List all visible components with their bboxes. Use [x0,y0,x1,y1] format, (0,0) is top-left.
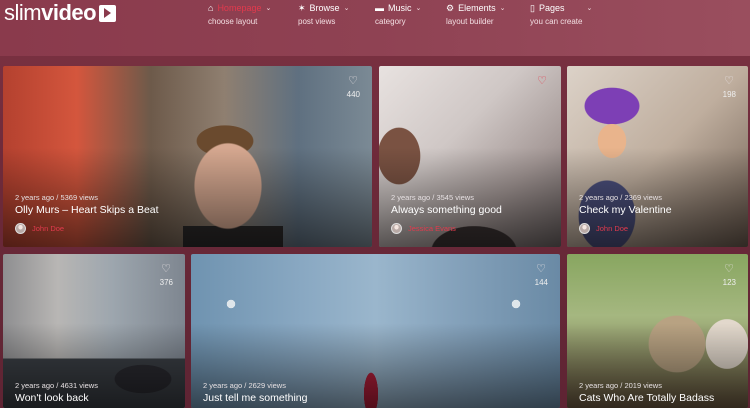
nav-homepage[interactable]: ⌂ Homepage ⌄ choose layout [208,2,271,28]
page-icon: ▯ [530,2,535,13]
video-meta: 2 years ago / 5369 views [15,193,98,202]
video-title[interactable]: Just tell me something [203,392,307,404]
chevron-down-icon: ⌄ [499,5,506,12]
nav-music[interactable]: ▬ Music ⌄ category [375,2,421,28]
like-count: 198 [722,90,736,99]
video-title[interactable]: Check my Valentine [579,204,672,216]
nav-pages[interactable]: ▯ Pages ⌄ you can create [530,2,592,28]
gears-icon: ⚙ [446,2,455,13]
avatar [391,223,402,234]
chevron-down-icon: ⌄ [265,5,272,12]
video-meta: 2 years ago / 3545 views [391,193,474,202]
author-link[interactable]: Jessica Evans [391,223,456,234]
like-count: 376 [159,278,173,287]
play-icon [99,4,117,22]
star-icon: ✶ [298,2,306,13]
heart-icon[interactable]: ♡ [724,76,734,87]
like-count: 123 [722,278,736,287]
video-card[interactable]: ♡ 144 2 years ago / 2629 views Just tell… [191,254,560,408]
like-count: 144 [534,278,548,287]
video-title[interactable]: Always something good [391,204,502,216]
chevron-down-icon: ⌄ [415,5,422,12]
video-card[interactable]: ♡ 2 years ago / 3545 views Always someth… [379,66,561,247]
video-card[interactable]: ♡ 376 2 years ago / 4631 views Won't loo… [3,254,185,408]
author-link[interactable]: John Doe [15,223,64,234]
video-meta: 2 years ago / 2369 views [579,193,662,202]
video-meta: 2 years ago / 4631 views [15,381,98,390]
video-card[interactable]: ♡ 440 2 years ago / 5369 views Olly Murs… [3,66,372,247]
video-card[interactable]: ♡ 123 2 years ago / 2019 views Cats Who … [567,254,748,408]
video-card[interactable]: ♡ 198 2 years ago / 2369 views Check my … [567,66,748,247]
heart-icon[interactable]: ♡ [537,76,547,87]
chevron-down-icon: ⌄ [343,5,350,12]
nav-elements[interactable]: ⚙ Elements ⌄ layout builder [446,2,505,28]
video-meta: 2 years ago / 2019 views [579,381,662,390]
video-title[interactable]: Won't look back [15,392,89,404]
heart-icon[interactable]: ♡ [536,264,546,275]
site-logo[interactable]: slim video [4,0,117,25]
video-title[interactable]: Olly Murs – Heart Skips a Beat [15,204,159,216]
heart-icon[interactable]: ♡ [348,76,358,87]
nav-browse[interactable]: ✶ Browse ⌄ post views [298,2,349,28]
home-icon: ⌂ [208,3,214,13]
author-link[interactable]: John Doe [579,223,628,234]
avatar [579,223,590,234]
video-title[interactable]: Cats Who Are Totally Badass [579,392,714,404]
chevron-down-icon: ⌄ [586,5,593,12]
video-meta: 2 years ago / 2629 views [203,381,286,390]
like-count: 440 [346,90,360,99]
heart-icon[interactable]: ♡ [161,264,171,275]
heart-icon[interactable]: ♡ [724,264,734,275]
avatar [15,223,26,234]
folder-icon: ▬ [375,3,384,13]
